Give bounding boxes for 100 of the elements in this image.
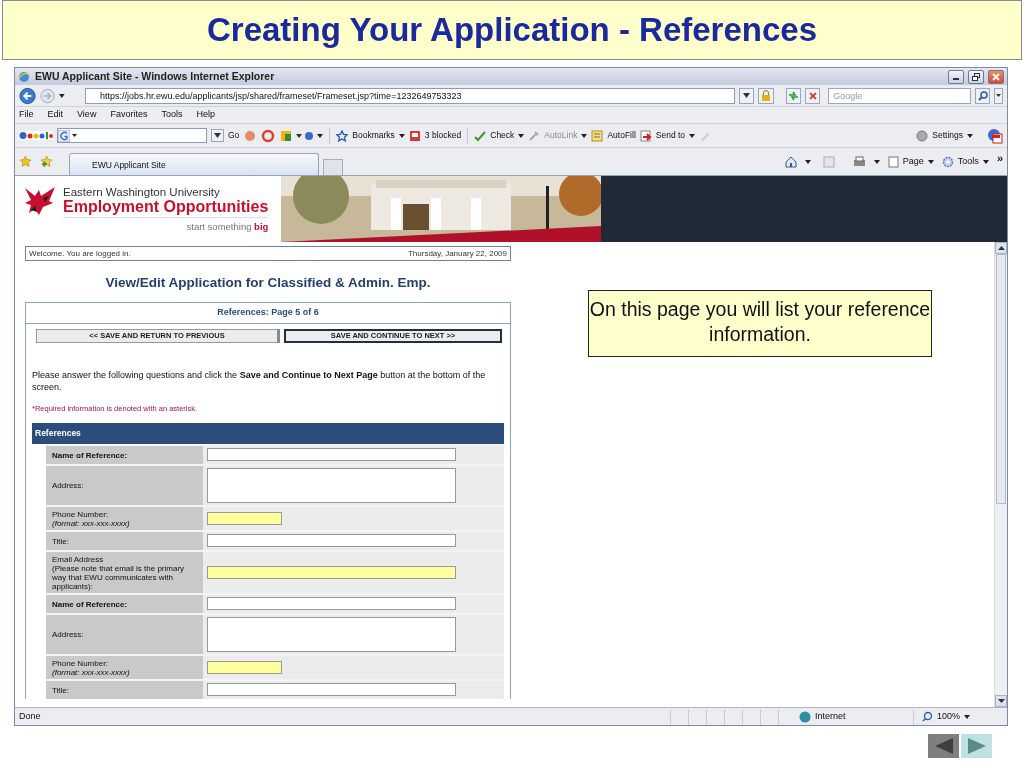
scroll-down-button[interactable] <box>995 695 1007 707</box>
address-field[interactable]: https://jobs.hr.ewu.edu/applicants/jsp/shared/frameset/Frameset.jsp?time=1232649753323 <box>85 87 735 104</box>
field-label: Address: <box>52 630 85 640</box>
close-icon <box>992 72 1000 81</box>
page-heading: View/Edit Application for Classified & Admin. Emp. <box>104 274 432 292</box>
search-options-button[interactable] <box>994 87 1004 104</box>
caret-icon[interactable] <box>317 133 324 138</box>
stop-button[interactable] <box>804 87 821 104</box>
callout-text: On this page you will list your reference information. <box>588 290 932 357</box>
scroll-up-button[interactable] <box>995 242 1007 254</box>
caret-icon[interactable] <box>398 133 405 138</box>
restore-button[interactable] <box>968 69 984 84</box>
caret-icon[interactable] <box>927 159 934 164</box>
search-icon <box>977 90 988 101</box>
zone-text: Internet <box>815 709 846 723</box>
search-field[interactable]: Google <box>828 87 972 104</box>
back-icon[interactable] <box>19 86 37 105</box>
text-area[interactable] <box>207 616 456 652</box>
caret-icon <box>996 94 1002 97</box>
gear-icon <box>941 155 954 168</box>
caret-icon[interactable] <box>59 93 65 98</box>
panel-title: References <box>32 423 504 444</box>
caret-icon <box>214 133 221 138</box>
add-favorite-icon[interactable] <box>40 155 53 168</box>
text-field[interactable] <box>207 660 282 674</box>
text-field[interactable] <box>207 597 456 611</box>
text-field[interactable] <box>207 565 456 579</box>
dropdown-button[interactable] <box>211 129 224 142</box>
menu-item[interactable]: Favorites <box>110 108 148 122</box>
university-name: Eastern Washington University <box>63 186 221 198</box>
zoom-button[interactable]: 100% <box>913 708 993 725</box>
previous-slide-button[interactable] <box>928 734 959 758</box>
more-button[interactable]: » <box>996 149 1003 166</box>
caret-icon[interactable] <box>518 133 525 138</box>
next-slide-button[interactable] <box>961 734 992 758</box>
caret-icon[interactable] <box>873 159 880 164</box>
left-triangle-icon <box>934 738 953 754</box>
tagline: start something big <box>185 220 269 234</box>
toolbar-item[interactable]: AutoFill <box>591 129 636 142</box>
send-icon <box>639 129 652 142</box>
globe-icon <box>799 710 811 723</box>
close-button[interactable] <box>988 69 1004 84</box>
text-area[interactable] <box>207 467 456 503</box>
google-search-field[interactable] <box>57 128 207 143</box>
menu-item[interactable]: Help <box>196 108 215 122</box>
text-field[interactable] <box>207 683 456 697</box>
caret-icon <box>743 93 751 98</box>
toolbar-item[interactable]: Send to <box>639 129 696 142</box>
tools-menu-button[interactable]: Tools <box>941 155 989 169</box>
caret-icon[interactable] <box>964 714 971 719</box>
field-label: Name of Reference: <box>52 599 129 609</box>
print-icon[interactable] <box>852 155 866 168</box>
site-name: Employment Opportunities <box>63 198 269 218</box>
page-menu-button[interactable]: Page <box>887 155 934 169</box>
toolbar-item[interactable]: Bookmarks <box>336 129 405 142</box>
format-hint: (format: xxx-xxx-xxxx) <box>52 667 131 677</box>
text-field[interactable] <box>207 534 456 548</box>
favorites-star-icon[interactable] <box>19 155 32 168</box>
right-triangle-icon <box>967 738 986 754</box>
date-text: Thursday, January 22, 2009 <box>407 247 507 260</box>
menu-item[interactable]: View <box>77 108 97 122</box>
status-text: Done <box>18 709 41 723</box>
caret-icon <box>997 699 1005 703</box>
toolbar-item[interactable]: 3 blocked <box>408 129 462 142</box>
go-button[interactable]: Go <box>228 129 240 142</box>
star-icon <box>336 129 349 142</box>
toolbar-icons-drawing[interactable] <box>243 128 314 143</box>
instructions-text: Please answer the following questions and click the Save and Continue to Next Page button at the bottom of the screen. <box>31 368 487 393</box>
field-label: Phone Number: <box>52 509 110 519</box>
check-icon <box>474 129 487 142</box>
menu-item[interactable]: Tools <box>161 108 183 122</box>
browser-tab[interactable]: EWU Applicant Site <box>69 153 319 175</box>
refresh-icon <box>787 90 799 101</box>
caret-icon[interactable] <box>967 133 973 138</box>
note-icon <box>591 129 604 142</box>
slide-title: Creating Your Application - References <box>2 0 1022 60</box>
google-logo <box>19 130 53 141</box>
dropdown-button[interactable] <box>739 87 755 104</box>
stop-icon <box>808 91 817 100</box>
caret-icon[interactable] <box>982 159 989 164</box>
text-field[interactable] <box>207 511 282 525</box>
toolbar-item[interactable]: Check <box>474 129 525 142</box>
scroll-thumb[interactable] <box>996 254 1006 504</box>
search-button[interactable] <box>975 87 991 104</box>
welcome-text: Welcome. You are logged in. <box>29 247 131 260</box>
field-label: Name of Reference: <box>52 450 129 460</box>
menu-item[interactable]: File <box>19 108 34 122</box>
caret-icon[interactable] <box>689 133 696 138</box>
menu-item[interactable]: Edit <box>47 108 64 122</box>
minimize-button[interactable] <box>948 69 964 84</box>
settings-button[interactable]: Settings <box>916 129 973 142</box>
text-field[interactable] <box>207 448 456 462</box>
caret-icon[interactable] <box>804 159 811 164</box>
field-label: Phone Number: <box>52 658 110 668</box>
field-note: (Please note that email is the primary way that EWU communicates with applicants): <box>52 563 186 591</box>
restore-icon <box>972 72 980 81</box>
page-icon <box>887 155 899 168</box>
refresh-button[interactable] <box>785 87 801 104</box>
browser-logo-icon <box>18 70 30 83</box>
home-icon[interactable] <box>784 155 797 168</box>
